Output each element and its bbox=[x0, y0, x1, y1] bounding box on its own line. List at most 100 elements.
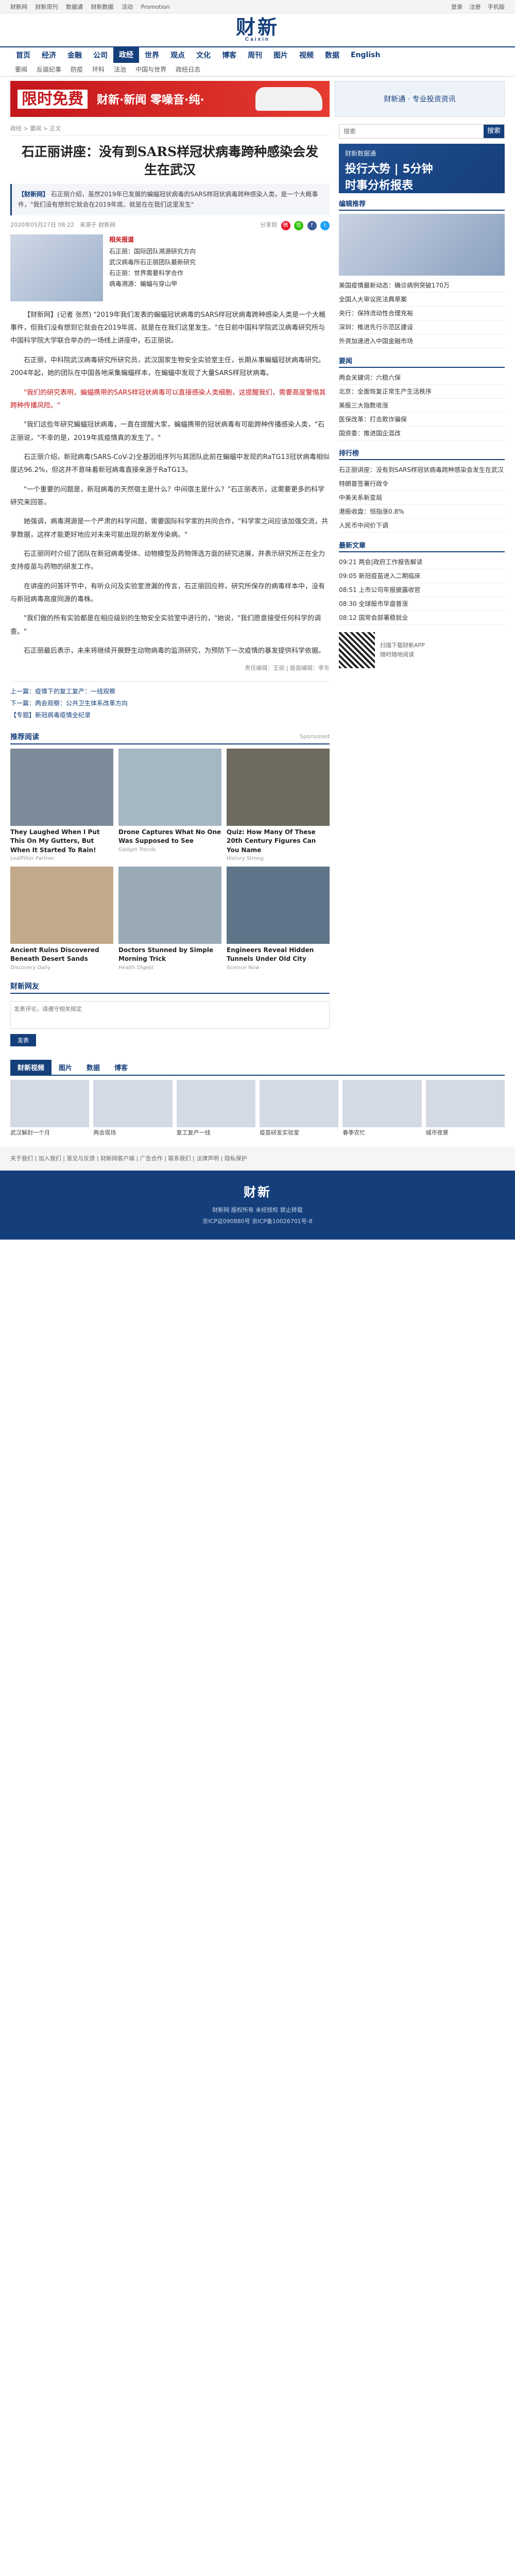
side-item[interactable]: 国资委：推进国企混改 bbox=[339, 427, 505, 440]
recommend-card[interactable]: They Laughed When I Put This On My Gutte… bbox=[10, 748, 113, 861]
side-item[interactable]: 外资加速进入中国金融市场 bbox=[339, 334, 505, 348]
side-item[interactable]: 08:30 全球股市早盘普涨 bbox=[339, 597, 505, 611]
side-item[interactable]: 人民币中间价下调 bbox=[339, 519, 505, 533]
recommend-card[interactable]: Engineers Reveal Hidden Tunnels Under Ol… bbox=[227, 866, 330, 971]
subnav-item[interactable]: 防疫 bbox=[66, 65, 88, 74]
subnav-item[interactable]: 要闻 bbox=[10, 65, 32, 74]
side-block-image[interactable] bbox=[339, 214, 505, 276]
related-item[interactable]: 病毒溯源：蝙蝠与穿山甲 bbox=[109, 279, 330, 290]
nav-item[interactable]: 数据 bbox=[319, 50, 345, 60]
tab-pictures[interactable]: 图片 bbox=[52, 1060, 79, 1075]
picture-item[interactable]: 两会现场 bbox=[93, 1079, 173, 1137]
nav-item[interactable]: 观点 bbox=[165, 50, 191, 60]
related-thumbnail[interactable] bbox=[10, 234, 103, 301]
side-item[interactable]: 港股收盘：恒指涨0.8% bbox=[339, 505, 505, 519]
subnav-item[interactable]: 反腐纪事 bbox=[32, 65, 66, 74]
comment-submit-button[interactable]: 发表 bbox=[10, 1033, 36, 1046]
comment-input[interactable] bbox=[10, 1001, 330, 1029]
breadcrumb[interactable]: 政经 > 要闻 > 正文 bbox=[10, 124, 330, 135]
prev-article-link[interactable]: 上一篇：疫情下的复工复产：一线观察 bbox=[10, 686, 330, 698]
side-item[interactable]: 深圳：推进先行示范区建设 bbox=[339, 320, 505, 334]
nav-item[interactable]: 世界 bbox=[139, 50, 165, 60]
side-item[interactable]: 中美关系新变局 bbox=[339, 491, 505, 505]
facebook-icon[interactable]: f bbox=[307, 221, 317, 230]
nav-item[interactable]: 视频 bbox=[294, 50, 319, 60]
tab-video[interactable]: 财新视频 bbox=[10, 1059, 52, 1075]
top-link[interactable]: 财新数据 bbox=[91, 4, 114, 10]
twitter-icon[interactable]: t bbox=[320, 221, 330, 230]
side-item[interactable]: 08:51 上市公司年报披露收官 bbox=[339, 583, 505, 597]
nav-item-active[interactable]: 政经 bbox=[113, 47, 139, 63]
top-link[interactable]: Promotion bbox=[141, 4, 170, 10]
qr-code-icon[interactable] bbox=[339, 632, 375, 668]
recommend-grid: They Laughed When I Put This On My Gutte… bbox=[10, 748, 330, 971]
ad-banner[interactable]: 限时免费 财新·新闻 零噪音·纯· bbox=[10, 81, 330, 117]
top-link[interactable]: 财新网 bbox=[10, 4, 27, 10]
tab-data[interactable]: 数据 bbox=[79, 1060, 107, 1075]
top-link[interactable]: 财新周刊 bbox=[36, 4, 58, 10]
nav-item[interactable]: 文化 bbox=[191, 50, 216, 60]
side-item[interactable]: 美股三大指数收涨 bbox=[339, 399, 505, 413]
side-item[interactable]: 08:12 国常会部署稳就业 bbox=[339, 611, 505, 625]
subnav-item[interactable]: 中国与世界 bbox=[131, 65, 171, 74]
recommend-card[interactable]: Drone Captures What No One Was Supposed … bbox=[118, 748, 221, 861]
share-bar: 分享到 微 信 f t bbox=[260, 221, 330, 230]
nav-item[interactable]: 博客 bbox=[216, 50, 242, 60]
ad-row: 限时免费 财新·新闻 零噪音·纯· 财新通 · 专业投资资讯 bbox=[10, 81, 505, 117]
picture-item[interactable]: 复工复产一线 bbox=[176, 1079, 255, 1137]
recommend-card[interactable]: Quiz: How Many Of These 20th Century Fig… bbox=[227, 748, 330, 861]
recommend-card[interactable]: Doctors Stunned by Simple Morning Trick … bbox=[118, 866, 221, 971]
picture-item[interactable]: 春季农忙 bbox=[342, 1079, 422, 1137]
tab-blogs[interactable]: 博客 bbox=[107, 1060, 135, 1075]
side-ad-line1: 财新数据通 bbox=[345, 150, 376, 157]
side-item[interactable]: 09:21 两会|政府工作报告解读 bbox=[339, 555, 505, 569]
search-input[interactable] bbox=[339, 125, 484, 138]
nav-item[interactable]: 首页 bbox=[10, 50, 36, 60]
side-item[interactable]: 石正丽讲座：没有到SARS样冠状病毒跨种感染会发生在武汉 bbox=[339, 463, 505, 477]
side-item[interactable]: 两会关键词：六稳六保 bbox=[339, 371, 505, 385]
subnav-item[interactable]: 政经日志 bbox=[171, 65, 205, 74]
related-item[interactable]: 石正丽：世界需要科学合作 bbox=[109, 268, 330, 279]
nav-item[interactable]: 金融 bbox=[62, 50, 88, 60]
topic-link[interactable]: 【专题】新冠病毒疫情全纪录 bbox=[10, 709, 330, 721]
article-body: 【财新网】(记者 张然) "2019年我们发表的蝙蝠冠状病毒的SARS样冠状病毒… bbox=[10, 309, 330, 658]
side-item[interactable]: 央行：保持流动性合理充裕 bbox=[339, 307, 505, 320]
search-button[interactable]: 搜索 bbox=[484, 125, 504, 138]
register-link[interactable]: 注册 bbox=[470, 4, 481, 10]
nav-item[interactable]: English bbox=[345, 51, 386, 59]
picture-item[interactable]: 武汉解封一个月 bbox=[10, 1079, 90, 1137]
side-item[interactable]: 09:05 新冠疫苗进入二期临床 bbox=[339, 569, 505, 583]
side-item[interactable]: 特朗普签署行政令 bbox=[339, 477, 505, 491]
recommend-card-title: Doctors Stunned by Simple Morning Trick bbox=[118, 946, 214, 963]
related-item[interactable]: 石正丽：国际团队溯源研究方向 bbox=[109, 246, 330, 257]
wechat-icon[interactable]: 信 bbox=[294, 221, 303, 230]
side-ad[interactable]: 财新数据通 投行大势 | 5分钟 时事分析报表 bbox=[339, 144, 505, 193]
site-logo[interactable]: 财新 Caixin bbox=[236, 18, 279, 42]
next-article-link[interactable]: 下一篇：两会观察：公共卫生体系改革方向 bbox=[10, 698, 330, 709]
subnav-item[interactable]: 法治 bbox=[109, 65, 131, 74]
recommend-image bbox=[10, 866, 113, 944]
nav-item[interactable]: 图片 bbox=[268, 50, 294, 60]
mobile-link[interactable]: 手机版 bbox=[488, 4, 505, 10]
subnav-item[interactable]: 环科 bbox=[88, 65, 109, 74]
nav-item[interactable]: 周刊 bbox=[242, 50, 268, 60]
footer-links-text[interactable]: 关于我们 | 加入我们 | 意见与反馈 | 财新网客户端 | 广告合作 | 联系… bbox=[10, 1153, 505, 1164]
nav-item[interactable]: 公司 bbox=[88, 50, 113, 60]
side-item[interactable]: 美国疫情最新动态：确诊病例突破170万 bbox=[339, 279, 505, 293]
recommend-card[interactable]: Ancient Ruins Discovered Beneath Desert … bbox=[10, 866, 113, 971]
related-box: 相关报道 石正丽：国际团队溯源研究方向 武汉病毒所石正丽团队最新研究 石正丽：世… bbox=[10, 234, 330, 301]
recommend-image bbox=[227, 866, 330, 944]
top-link[interactable]: 数据通 bbox=[66, 4, 83, 10]
side-item[interactable]: 医保改革：打击欺诈骗保 bbox=[339, 413, 505, 427]
side-item[interactable]: 全国人大审议民法典草案 bbox=[339, 293, 505, 307]
related-item[interactable]: 武汉病毒所石正丽团队最新研究 bbox=[109, 257, 330, 268]
login-link[interactable]: 登录 bbox=[451, 4, 462, 10]
nav-item[interactable]: 经济 bbox=[36, 50, 62, 60]
footer-logo[interactable]: 财新 bbox=[0, 1180, 515, 1205]
picture-item[interactable]: 疫苗研发实验室 bbox=[259, 1079, 339, 1137]
side-item[interactable]: 北京：全面恢复正常生产生活秩序 bbox=[339, 385, 505, 399]
weibo-icon[interactable]: 微 bbox=[281, 221, 290, 230]
ad-side[interactable]: 财新通 · 专业投资资讯 bbox=[335, 81, 505, 117]
top-link[interactable]: 活动 bbox=[122, 4, 133, 10]
picture-item[interactable]: 城市夜景 bbox=[425, 1079, 505, 1137]
